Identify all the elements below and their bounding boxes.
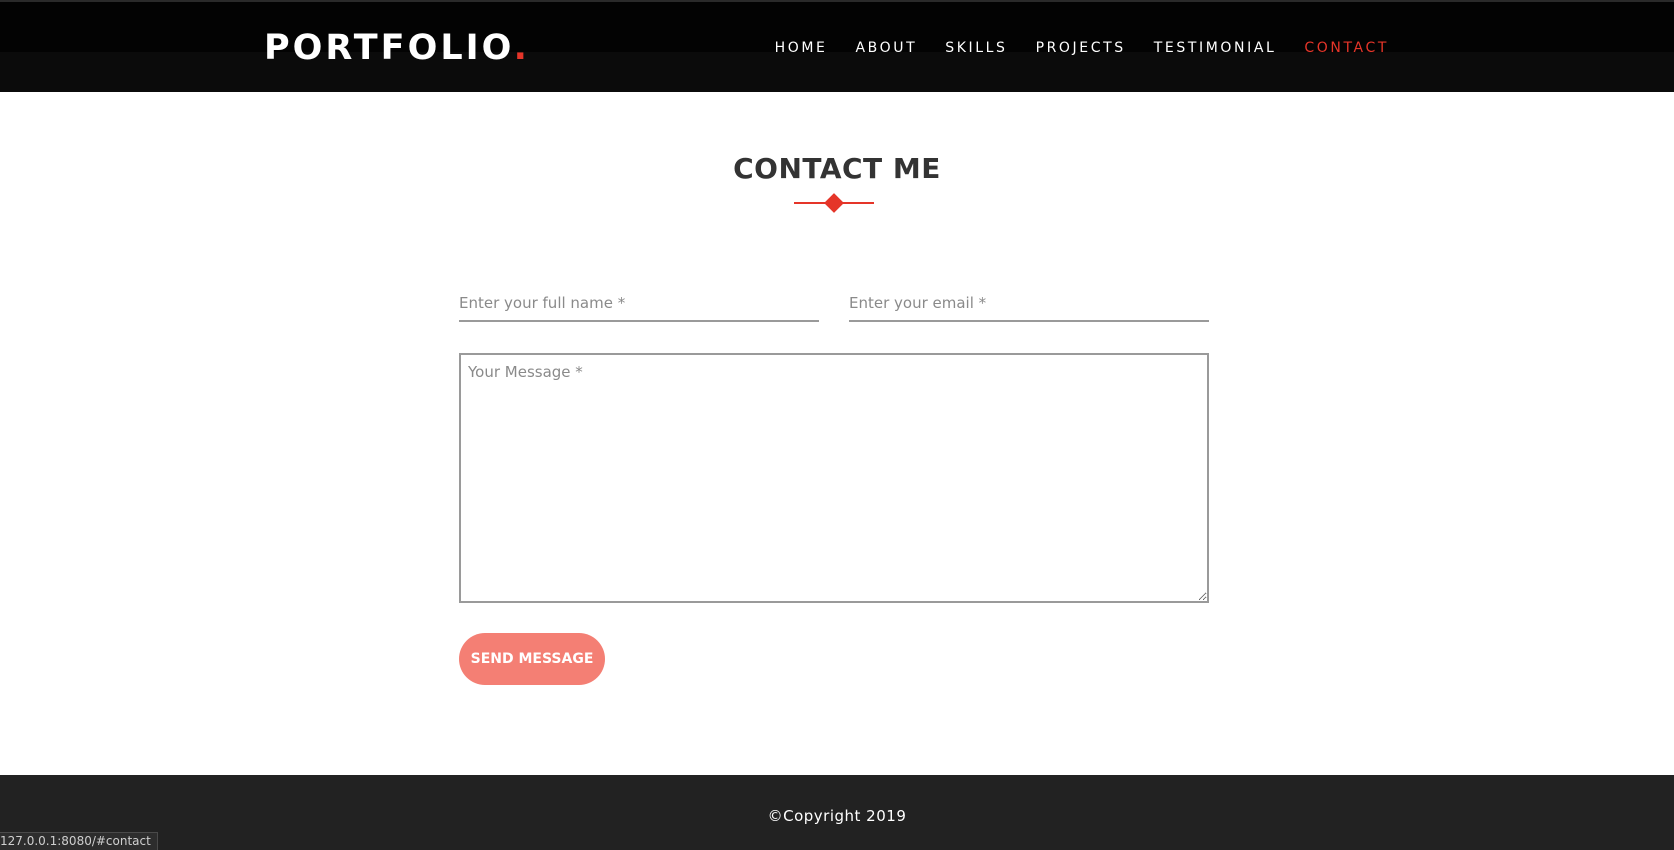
nav-item-skills[interactable]: SKILLS xyxy=(945,38,1007,58)
nav-item-contact[interactable]: CONTACT xyxy=(1304,38,1389,58)
nav-item-about[interactable]: ABOUT xyxy=(856,38,918,58)
logo[interactable]: PORTFOLIO. xyxy=(264,26,530,70)
message-textarea[interactable] xyxy=(459,353,1209,603)
send-message-button[interactable]: SEND MESSAGE xyxy=(459,633,605,685)
diamond-icon xyxy=(824,193,844,213)
full-name-input[interactable] xyxy=(459,286,819,322)
title-divider xyxy=(794,193,874,213)
nav-item-home[interactable]: HOME xyxy=(775,38,828,58)
page-title: CONTACT ME xyxy=(733,152,941,185)
nav-item-projects[interactable]: PROJECTS xyxy=(1036,38,1126,58)
footer: ©Copyright 2019 xyxy=(0,775,1674,850)
copyright-text: ©Copyright 2019 xyxy=(767,807,907,825)
email-input[interactable] xyxy=(849,286,1209,322)
logo-text: PORTFOLIO xyxy=(264,28,514,68)
logo-dot: . xyxy=(513,28,530,68)
status-bar-url: 127.0.0.1:8080/#contact xyxy=(0,832,158,850)
navbar: PORTFOLIO. HOME ABOUT SKILLS PROJECTS TE… xyxy=(0,0,1674,92)
main-nav: HOME ABOUT SKILLS PROJECTS TESTIMONIAL C… xyxy=(747,38,1389,58)
nav-item-testimonial[interactable]: TESTIMONIAL xyxy=(1154,38,1277,58)
